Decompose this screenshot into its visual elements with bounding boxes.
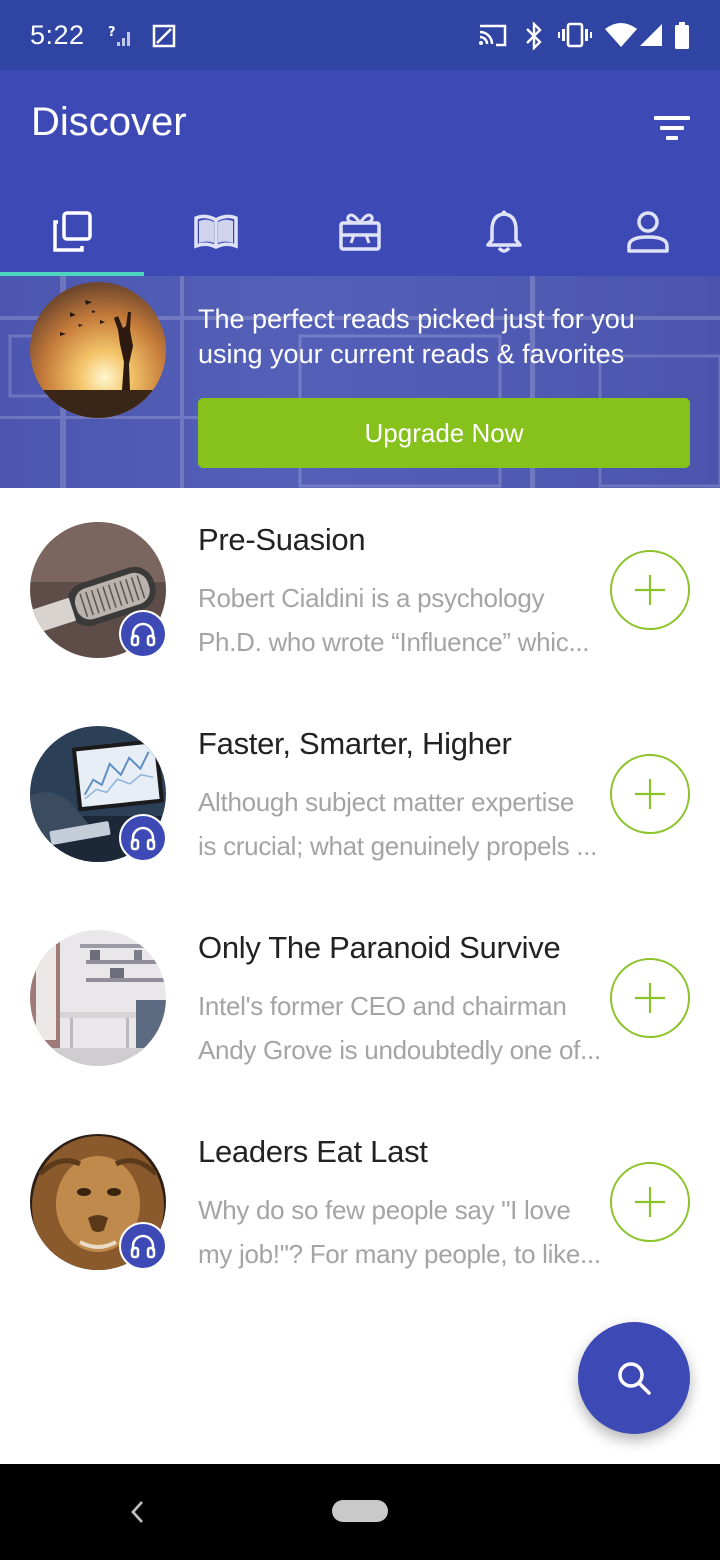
tab-library[interactable] [144, 188, 288, 276]
list-item[interactable]: Leaders Eat Last Why do so few people sa… [0, 1100, 720, 1304]
cell-signal-icon [640, 24, 662, 46]
tab-bar [0, 188, 720, 276]
promo-text: The perfect reads picked just for you us… [198, 302, 698, 372]
book-title: Leaders Eat Last [198, 1134, 428, 1169]
book-description: Intel's former CEO and chairman Andy Gro… [198, 984, 600, 1072]
plus-icon [635, 983, 665, 1013]
wifi-icon [605, 23, 637, 47]
home-button[interactable] [332, 1500, 388, 1522]
search-button[interactable] [578, 1322, 690, 1434]
cards-icon [53, 211, 92, 252]
bluetooth-icon [526, 22, 542, 50]
promo-line-1: The perfect reads picked just for you [198, 304, 635, 334]
tab-profile[interactable] [576, 188, 720, 276]
add-book-button[interactable] [610, 958, 690, 1038]
book-icon [194, 214, 238, 249]
book-description-line: Andy Grove is undoubtedly one of... [198, 1035, 600, 1065]
tab-discover[interactable] [0, 188, 144, 276]
book-cover-image [30, 930, 166, 1066]
tab-notifications[interactable] [432, 188, 576, 276]
promo-image [30, 282, 166, 418]
audio-badge [119, 1222, 167, 1270]
no-sim-icon [152, 24, 176, 48]
list-item[interactable]: Pre-Suasion Robert Cialdini is a psychol… [0, 488, 720, 692]
upgrade-now-button[interactable]: Upgrade Now [198, 398, 690, 468]
book-description-line: Robert Cialdini is a psychology [198, 583, 545, 613]
filter-icon [654, 116, 690, 140]
plus-icon [635, 779, 665, 809]
headphones-icon [130, 622, 156, 647]
book-description: Although subject matter expertise is cru… [198, 780, 600, 868]
book-title: Pre-Suasion [198, 522, 366, 557]
bell-icon [486, 210, 522, 253]
add-book-button[interactable] [610, 754, 690, 834]
promo-line-2: using your current reads & favorites [198, 339, 625, 369]
audio-badge [119, 814, 167, 862]
book-title: Faster, Smarter, Higher [198, 726, 512, 761]
audio-badge [119, 610, 167, 658]
book-description: Robert Cialdini is a psychology Ph.D. wh… [198, 576, 600, 664]
book-description-line: Why do so few people say "I love [198, 1195, 571, 1225]
cast-icon [479, 24, 507, 47]
list-item[interactable]: Faster, Smarter, Higher Although subject… [0, 692, 720, 896]
vibrate-icon [558, 22, 592, 48]
book-description-line: is crucial; what genuinely propels ... [198, 831, 598, 861]
add-book-button[interactable] [610, 550, 690, 630]
book-description: Why do so few people say "I love my job!… [198, 1188, 600, 1276]
headphones-icon [130, 826, 156, 851]
upgrade-banner: The perfect reads picked just for you us… [0, 276, 720, 488]
no-signal-icon: ? [108, 25, 130, 46]
tab-gifts[interactable] [288, 188, 432, 276]
book-description-line: Ph.D. who wrote “Influence” whic... [198, 627, 590, 657]
page-title: Discover [31, 100, 187, 144]
battery-icon [675, 22, 689, 49]
search-icon [618, 1362, 651, 1395]
headphones-icon [130, 1234, 156, 1259]
status-time: 5:22 [30, 20, 85, 50]
status-bar: 5:22 ? [0, 0, 720, 70]
book-description-line: my job!"? For many people, to like... [198, 1239, 600, 1269]
list-item[interactable]: Only The Paranoid Survive Intel's former… [0, 896, 720, 1100]
gift-icon [339, 213, 381, 251]
plus-icon [635, 1187, 665, 1217]
add-book-button[interactable] [610, 1162, 690, 1242]
profile-icon [627, 211, 669, 253]
filter-button[interactable] [650, 110, 694, 146]
app-bar: Discover [0, 70, 720, 276]
book-description-line: Intel's former CEO and chairman [198, 991, 567, 1021]
plus-icon [635, 575, 665, 605]
system-nav-bar [0, 1464, 720, 1560]
book-title: Only The Paranoid Survive [198, 930, 561, 965]
svg-text:?: ? [108, 25, 116, 40]
back-icon[interactable] [128, 1498, 148, 1526]
book-description-line: Although subject matter expertise [198, 787, 574, 817]
